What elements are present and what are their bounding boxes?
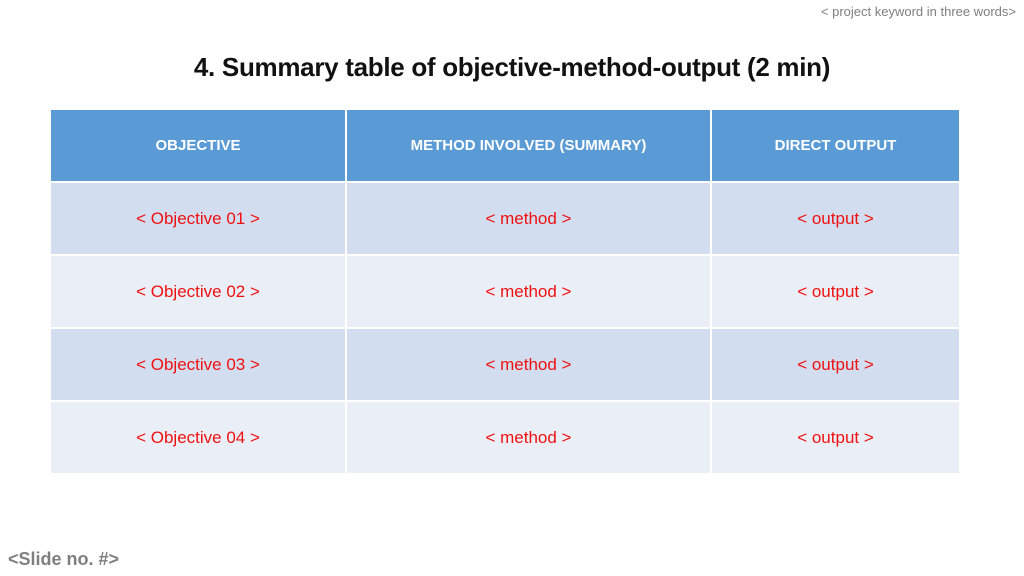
method-cell[interactable]: < method >	[345, 181, 712, 256]
slide-title: 4. Summary table of objective-method-out…	[193, 52, 831, 82]
project-keyword: < project keyword in three words>	[820, 4, 1016, 19]
table-row: < Objective 03 > < method > < output >	[51, 327, 959, 402]
method-cell[interactable]: < method >	[345, 400, 712, 475]
output-cell[interactable]: < output >	[710, 327, 959, 402]
table-row: < Objective 01 > < method > < output >	[51, 181, 959, 256]
table-row: < Objective 02 > < method > < output >	[51, 254, 959, 329]
table-row: < Objective 04 > < method > < output >	[51, 400, 959, 475]
column-header-objective: OBJECTIVE	[51, 110, 347, 183]
method-cell[interactable]: < method >	[345, 327, 712, 402]
slide-number: <Slide no. #>	[8, 549, 120, 569]
column-header-method: METHOD INVOLVED (SUMMARY)	[345, 110, 712, 183]
objective-cell[interactable]: < Objective 03 >	[51, 327, 347, 402]
output-cell[interactable]: < output >	[710, 181, 959, 256]
output-cell[interactable]: < output >	[710, 254, 959, 329]
column-header-output: DIRECT OUTPUT	[710, 110, 959, 183]
summary-table: OBJECTIVE METHOD INVOLVED (SUMMARY) DIRE…	[51, 110, 959, 475]
slide: < project keyword in three words> 4. Sum…	[0, 0, 1024, 576]
method-cell[interactable]: < method >	[345, 254, 712, 329]
output-cell[interactable]: < output >	[710, 400, 959, 475]
objective-cell[interactable]: < Objective 02 >	[51, 254, 347, 329]
objective-cell[interactable]: < Objective 01 >	[51, 181, 347, 256]
objective-cell[interactable]: < Objective 04 >	[51, 400, 347, 475]
table-header-row: OBJECTIVE METHOD INVOLVED (SUMMARY) DIRE…	[51, 110, 959, 183]
